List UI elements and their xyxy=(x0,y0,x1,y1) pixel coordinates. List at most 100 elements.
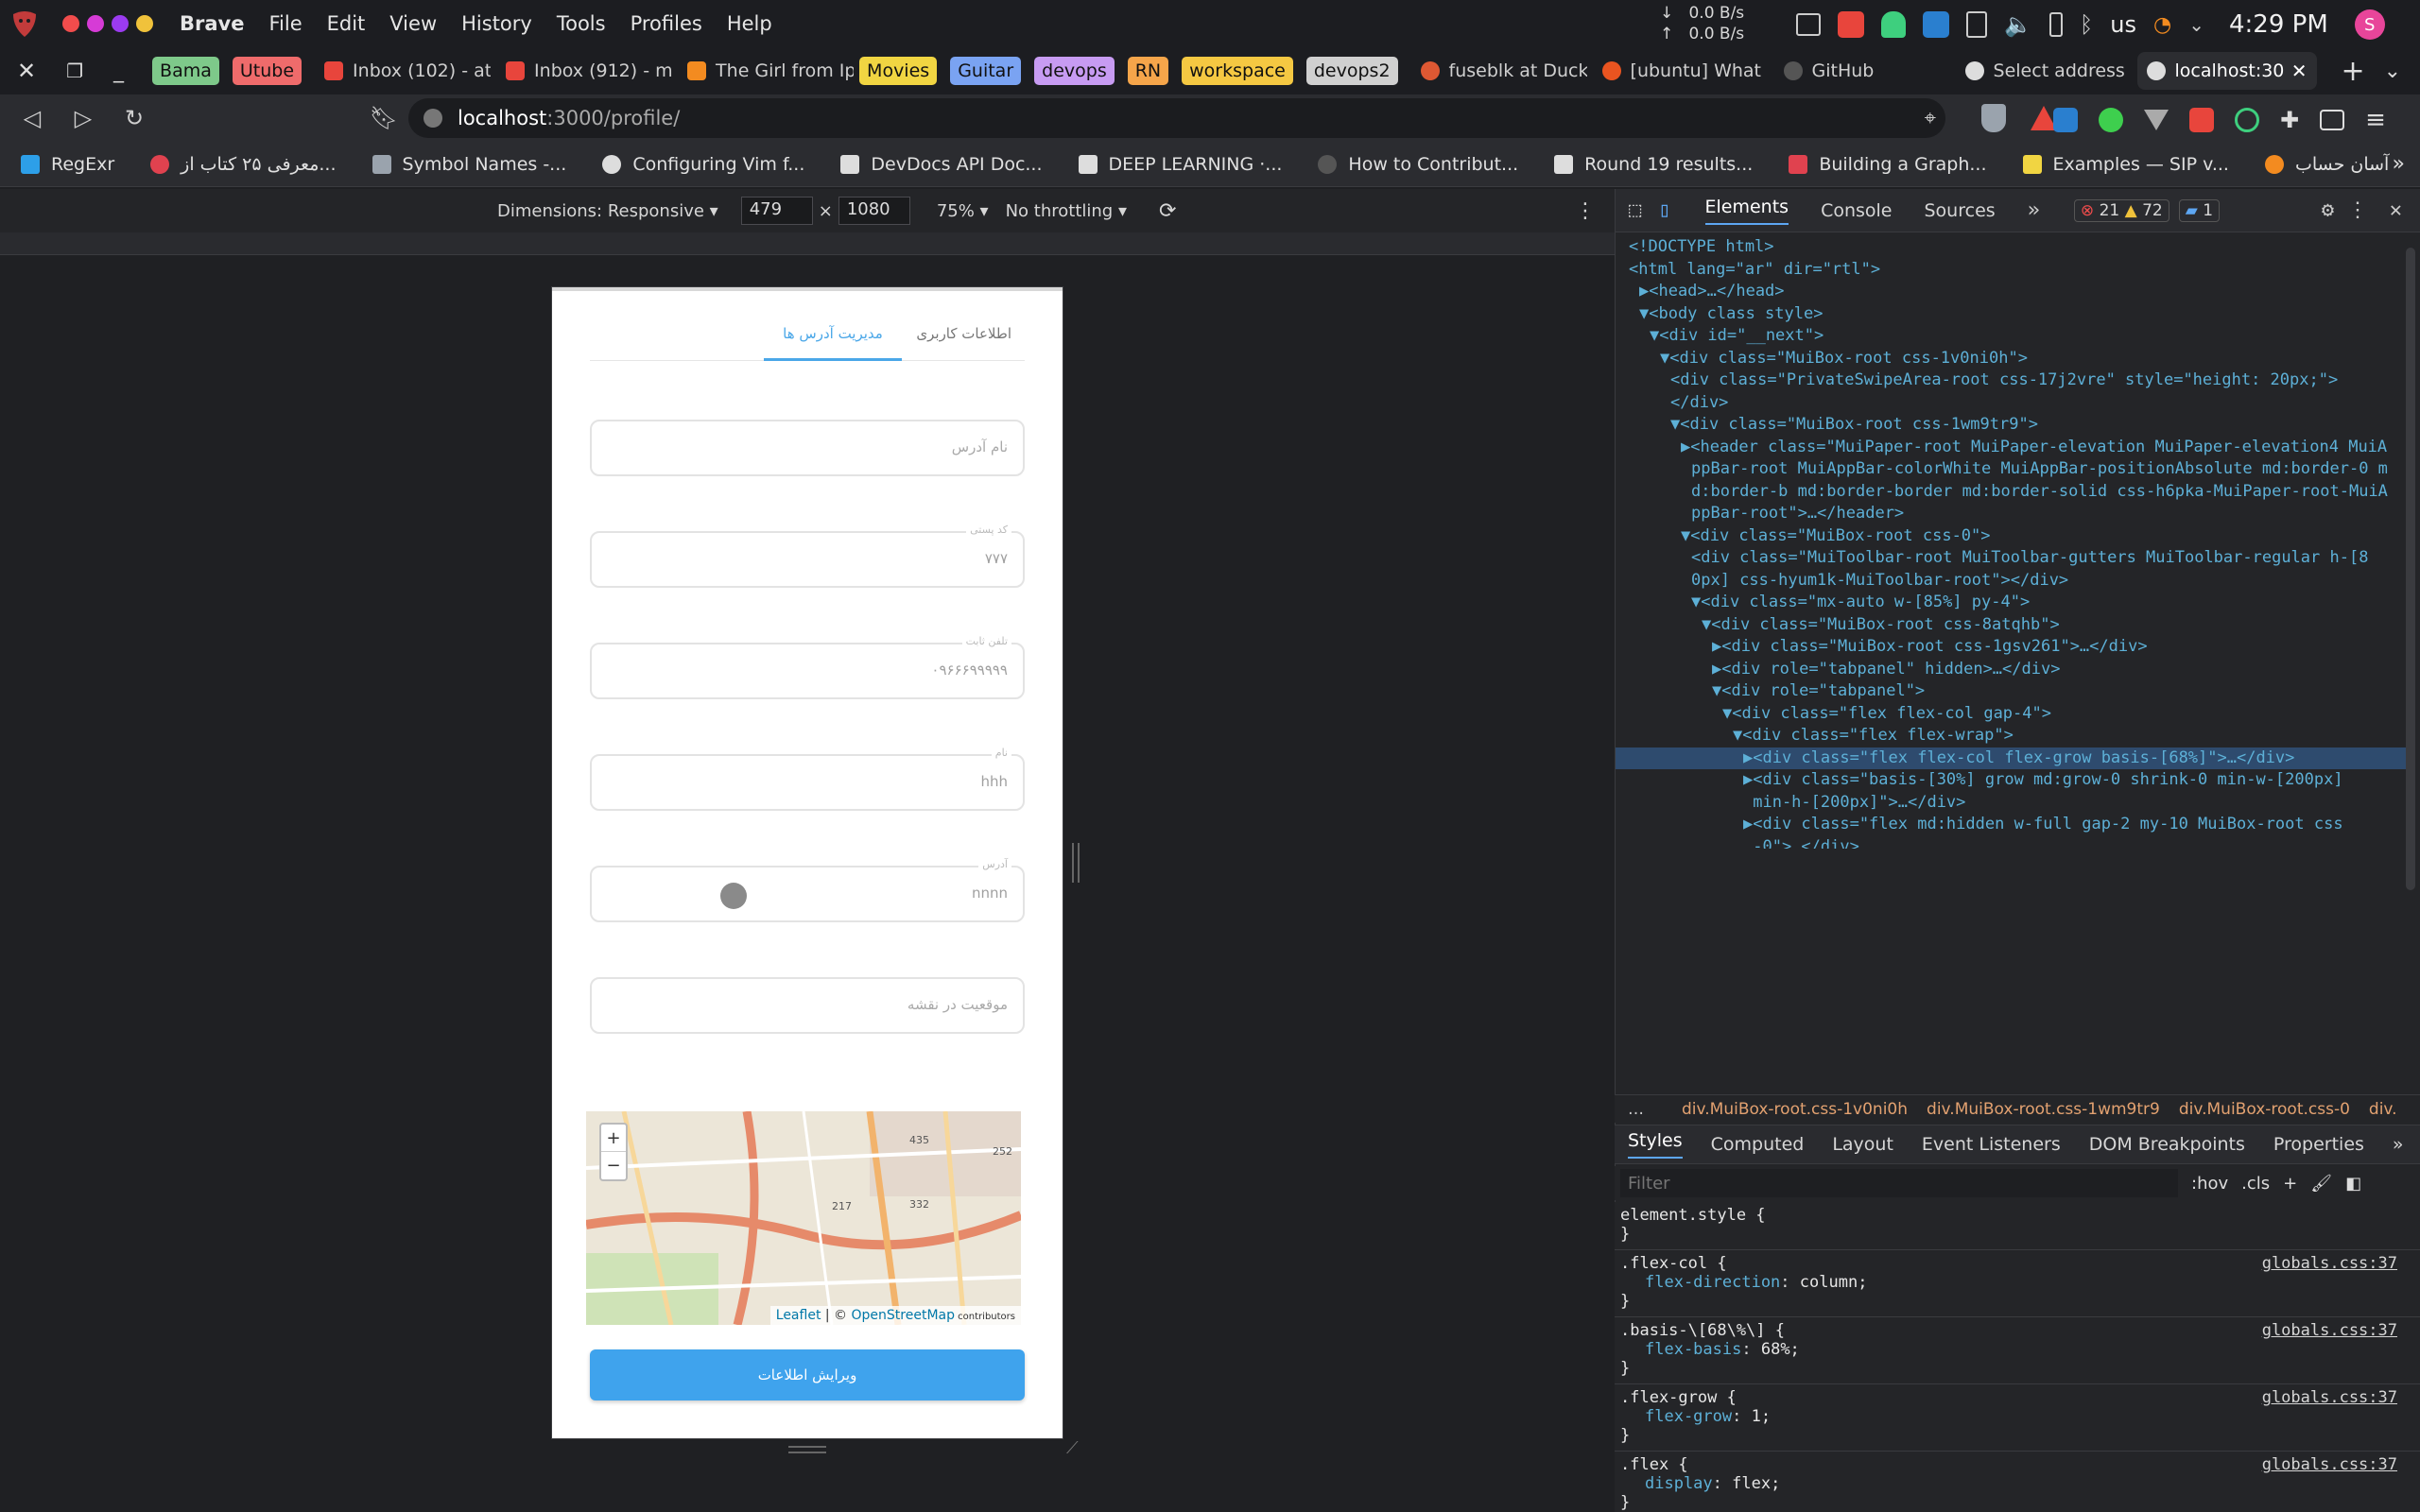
tab-address-management[interactable]: مدیریت آدرس ها xyxy=(764,325,902,361)
dom-tree-row[interactable]: ▶<div class="flex md:hidden w-full gap-2… xyxy=(1616,814,2406,836)
extension-3-icon[interactable] xyxy=(2144,110,2169,130)
keyboard-layout[interactable]: us xyxy=(2110,11,2136,38)
tab-select-address[interactable]: Select address xyxy=(1956,52,2132,90)
tab-properties[interactable]: Properties xyxy=(2273,1134,2364,1155)
bookmark-item[interactable]: RegExr xyxy=(21,154,114,175)
css-source-link[interactable]: globals.css:37 xyxy=(2262,1388,2397,1407)
menu-history[interactable]: History xyxy=(461,12,532,35)
tab-user-info[interactable]: اطلاعات کاربری xyxy=(916,325,1011,342)
tab-styles[interactable]: Styles xyxy=(1628,1130,1683,1159)
name-field[interactable]: نام hhh xyxy=(590,747,1025,811)
menu-file[interactable]: File xyxy=(268,12,302,35)
styles-filter-input[interactable] xyxy=(1620,1169,2178,1197)
close-devtools-icon[interactable]: ✕ xyxy=(2390,198,2402,222)
rotate-icon[interactable]: ⟳ xyxy=(1159,199,1176,223)
bookmark-item[interactable]: Round 19 results... xyxy=(1554,154,1753,175)
tab-group-bama[interactable]: Bama xyxy=(152,57,219,85)
tab-gmail-1[interactable]: Inbox (102) - at xyxy=(315,52,491,90)
extension-4-icon[interactable] xyxy=(2189,108,2214,132)
tab-ubuntu[interactable]: [ubuntu] What xyxy=(1593,52,1769,90)
menu-view[interactable]: View xyxy=(389,12,437,35)
map-zoom-out-button[interactable]: − xyxy=(601,1152,626,1179)
bookmark-item[interactable]: Examples — SIP v... xyxy=(2022,154,2229,175)
chevron-down-icon[interactable]: ⌄ xyxy=(2188,13,2204,36)
reload-icon[interactable]: ↻ xyxy=(115,99,153,137)
bookmark-item[interactable]: آسان حساب xyxy=(2264,154,2389,175)
tab-duckduckgo[interactable]: fuseblk at Duck xyxy=(1411,52,1587,90)
sidebar-toggle-icon[interactable]: ◧ xyxy=(2345,1174,2361,1194)
resize-handle-right[interactable] xyxy=(1072,843,1080,883)
magenta-dot[interactable] xyxy=(87,15,104,32)
dom-tree-row[interactable]: ▼<div class="flex flex-wrap"> xyxy=(1616,725,2406,747)
tab-group-guitar[interactable]: Guitar xyxy=(950,57,1022,85)
device-toggle-icon[interactable]: ▯ xyxy=(1658,198,1670,222)
landline-field[interactable]: تلفن ثابت ۰۹۶۶۶۹۹۹۹۹ xyxy=(590,635,1025,699)
menu-edit[interactable]: Edit xyxy=(327,12,366,35)
new-rule-icon[interactable]: + xyxy=(2283,1174,2297,1194)
breadcrumb-item[interactable]: div.MuiBox-root.css-0 xyxy=(2179,1100,2350,1119)
tab-layout[interactable]: Layout xyxy=(1832,1134,1893,1155)
tab-group-devops[interactable]: devops xyxy=(1034,57,1115,85)
settings-gear-icon[interactable]: ⚙ xyxy=(2322,198,2334,222)
tab-localhost-active[interactable]: localhost:30 ✕ xyxy=(2136,52,2317,90)
more-options-icon[interactable]: ⋮ xyxy=(1575,199,1596,223)
address-name-field[interactable]: نام آدرس xyxy=(590,420,1025,476)
dom-tree-row[interactable]: ▶<div class="basis-[30%] grow md:grow-0 … xyxy=(1616,769,2406,792)
anydesk-icon[interactable] xyxy=(1838,11,1864,38)
height-input[interactable]: 1080 xyxy=(838,197,910,225)
dom-tree-row[interactable]: ppBar-root">…</header> xyxy=(1616,503,2406,525)
tab-sources[interactable]: Sources xyxy=(1925,200,1996,221)
breadcrumb-item[interactable]: div.MuiBox-root.css-1v0ni0h xyxy=(1682,1100,1908,1119)
dom-tree-row[interactable]: 0px] css-hyum1k-MuiToolbar-root"></div> xyxy=(1616,570,2406,593)
dom-tree-row[interactable]: ▶<div role="tabpanel" hidden>…</div> xyxy=(1616,659,2406,681)
breadcrumb-item[interactable]: div.MuiBox-root.css-1wm9tr9 xyxy=(1927,1100,2160,1119)
tab-list-chevron-icon[interactable]: ⌄ xyxy=(2384,60,2401,83)
clipboard-icon[interactable] xyxy=(1966,11,1987,38)
css-rule[interactable]: .flex {globals.css:37 display: flex;} xyxy=(1615,1452,2420,1512)
tab-group-workspace[interactable]: workspace xyxy=(1182,57,1293,85)
width-input[interactable]: 479 xyxy=(740,197,813,225)
devtools-menu-icon[interactable]: ⋮ xyxy=(2347,198,2368,222)
tab-group-rn[interactable]: RN xyxy=(1127,57,1169,85)
more-tabs-icon[interactable]: » xyxy=(2393,1134,2404,1155)
vpn-icon[interactable] xyxy=(1923,11,1949,38)
bookmark-item[interactable]: Building a Graph... xyxy=(1789,154,1987,175)
issues-counter[interactable]: ⊗ 21 ▲ 72 xyxy=(2073,198,2169,222)
app-name[interactable]: Brave xyxy=(180,12,244,35)
tab-group-devops2[interactable]: devops2 xyxy=(1305,57,1398,85)
purple-dot[interactable] xyxy=(112,15,129,32)
chat-icon[interactable] xyxy=(1796,13,1821,36)
tab-girl-from-ipanema[interactable]: The Girl from Ip xyxy=(678,52,854,90)
hamburger-menu-icon[interactable]: ≡ xyxy=(2365,106,2386,134)
throttling-select[interactable]: No throttling ▾ xyxy=(1006,201,1127,221)
yellow-dot[interactable] xyxy=(136,15,153,32)
css-rule[interactable]: .flex-grow {globals.css:37 flex-grow: 1;} xyxy=(1615,1384,2420,1452)
dom-tree-row[interactable]: ▼<div role="tabpanel"> xyxy=(1616,680,2406,703)
dom-tree-row[interactable]: d:border-b md:border-border md:border-so… xyxy=(1616,481,2406,504)
dom-tree-row[interactable]: <div class="MuiToolbar-root MuiToolbar-g… xyxy=(1616,547,2406,570)
extension-1-icon[interactable] xyxy=(2053,108,2078,132)
bookmark-item[interactable]: DEEP LEARNING ·... xyxy=(1078,154,1282,175)
minimize-icon[interactable]: _ xyxy=(113,60,124,83)
menu-help[interactable]: Help xyxy=(727,12,772,35)
leaflet-link[interactable]: Leaflet xyxy=(776,1308,821,1323)
wifi-icon[interactable]: ◔ xyxy=(2153,13,2171,37)
close-icon[interactable]: ✕ xyxy=(17,58,36,84)
dom-tree-row[interactable]: <!DOCTYPE html> xyxy=(1616,236,2406,259)
extensions-puzzle-icon[interactable]: ✚ xyxy=(2280,107,2299,133)
media-query-ruler[interactable] xyxy=(0,232,1615,255)
forward-icon[interactable]: ▷ xyxy=(64,99,102,137)
bookmark-item[interactable]: Symbol Names -... xyxy=(372,154,566,175)
css-rule[interactable]: element.style {} xyxy=(1615,1202,2420,1250)
map[interactable]: 435 252 217 332 + − Leaflet | © OpenStre… xyxy=(586,1111,1021,1325)
avatar[interactable]: S xyxy=(2354,9,2385,40)
dom-tree-row[interactable]: <div class="PrivateSwipeArea-root css-17… xyxy=(1616,369,2406,392)
close-window-dot[interactable] xyxy=(62,15,79,32)
bookmark-item[interactable]: معرفی ۲۵ کتاب از... xyxy=(150,154,337,175)
extension-2-icon[interactable] xyxy=(2099,108,2123,132)
battery-icon[interactable] xyxy=(2048,12,2063,37)
new-tab-icon[interactable]: + xyxy=(2342,55,2365,88)
css-property[interactable]: flex-basis: 68%; xyxy=(1620,1340,2420,1359)
volume-icon[interactable]: 🔈 xyxy=(2004,11,2032,38)
css-property[interactable]: flex-direction: column; xyxy=(1620,1273,2420,1292)
